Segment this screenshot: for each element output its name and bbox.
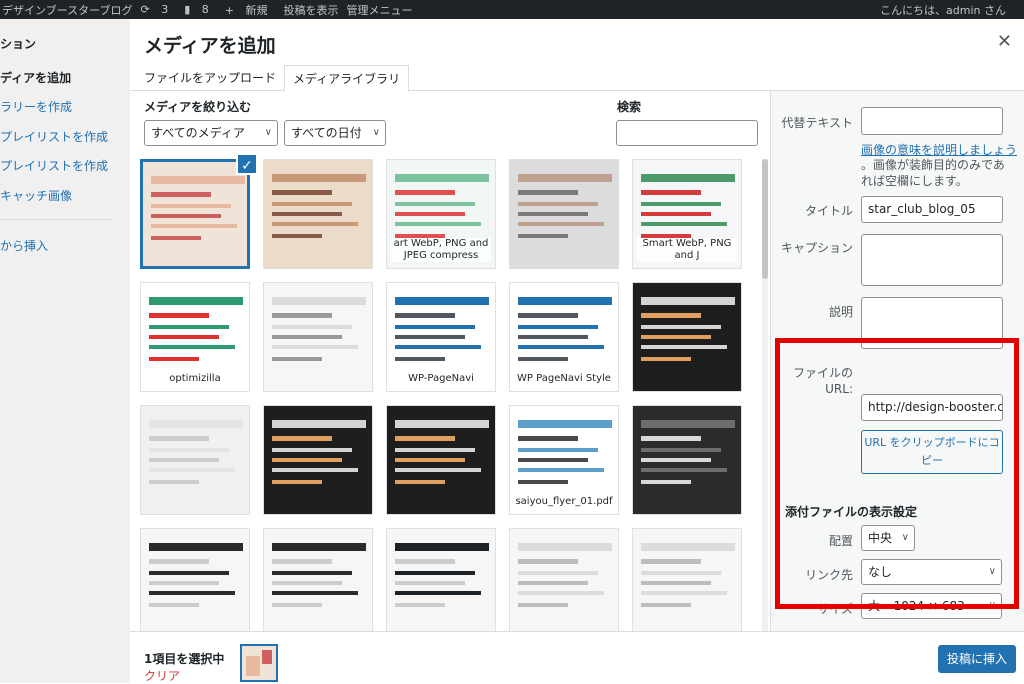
thumbnail-image <box>510 160 618 268</box>
insert-into-post-button[interactable]: 投稿に挿入 <box>938 645 1016 673</box>
attachment-thumbnail[interactable] <box>632 405 742 515</box>
attachment-thumbnail[interactable] <box>386 405 496 515</box>
updates-item[interactable]: ⟳ 3 <box>140 3 176 16</box>
thumbnail-image <box>141 529 249 631</box>
new-label: 新規 <box>245 3 268 17</box>
title-label: タイトル <box>804 204 853 218</box>
attachment-thumbnail[interactable] <box>263 528 373 631</box>
alt-text-field[interactable] <box>861 107 1003 135</box>
thumbnail-image <box>264 406 372 514</box>
search-label: 検索 <box>617 100 642 114</box>
attachment-thumbnail[interactable]: optimizilla <box>140 282 250 392</box>
tab-upload-files[interactable]: ファイルをアップロード <box>136 65 284 92</box>
highlight-box <box>775 338 1019 609</box>
grid-scrollbar-thumb[interactable] <box>762 159 768 279</box>
comments-count: 8 <box>201 3 209 16</box>
attachment-thumbnail[interactable] <box>632 282 742 392</box>
attachment-thumbnail[interactable] <box>140 528 250 631</box>
media-type-select[interactable]: すべてのメディア ∨ <box>144 120 278 146</box>
menu-title: ション <box>0 37 37 51</box>
thumbnail-caption: WP PageNavi Style <box>514 373 614 385</box>
attachment-thumbnail[interactable] <box>386 528 496 631</box>
attachment-thumbnail[interactable] <box>509 528 619 631</box>
attachment-thumbnail[interactable]: art WebP, PNG and JPEG compress <box>386 159 496 269</box>
thumbnail-image <box>633 406 741 514</box>
menu-separator <box>0 219 112 220</box>
menu-item-add-media[interactable]: ディアを追加 <box>0 69 71 86</box>
thumbnail-image <box>387 529 495 631</box>
attachment-thumbnail[interactable]: WP-PageNavi <box>386 282 496 392</box>
selection-thumbnail[interactable] <box>240 644 278 682</box>
attachment-thumbnail[interactable] <box>140 159 250 269</box>
menu-item-featured-image[interactable]: キャッチ画像 <box>0 187 72 204</box>
attachment-thumbnail[interactable]: Smart WebP, PNG and J <box>632 159 742 269</box>
thumbnail-caption: optimizilla <box>145 373 245 385</box>
alt-text-label: 代替テキスト <box>781 116 853 130</box>
thumbnail-image <box>633 529 741 631</box>
thumbnail-image <box>387 406 495 514</box>
search-input[interactable] <box>616 120 758 146</box>
media-type-value: すべてのメディア <box>151 126 245 140</box>
thumbnail-caption: saiyou_flyer_01.pdf <box>514 496 614 508</box>
menu-item-video-playlist[interactable]: プレイリストを作成 <box>0 157 108 174</box>
alt-text-help-link[interactable]: 画像の意味を説明しましょう <box>861 141 1017 158</box>
thumbnail-caption: WP-PageNavi <box>391 373 491 385</box>
thumbnail-image <box>143 162 247 266</box>
date-select[interactable]: すべての日付 ∨ <box>284 120 386 146</box>
thumbnail-image <box>141 406 249 514</box>
modal-title: メディアを追加 <box>144 35 276 57</box>
manage-menu-link[interactable]: 管理メニュー <box>346 2 412 18</box>
thumbnail-caption: art WebP, PNG and JPEG compress <box>391 238 491 262</box>
media-toolbar: 1項目を選択中 クリア 投稿に挿入 <box>130 631 1024 683</box>
attachment-thumbnail[interactable]: WP PageNavi Style <box>509 282 619 392</box>
tab-media-library[interactable]: メディアライブラリ <box>284 65 410 92</box>
checkmark-icon[interactable]: ✓ <box>236 153 258 175</box>
selection-thumbnail-image <box>242 646 276 680</box>
thumbnail-image <box>264 529 372 631</box>
greeting[interactable]: こんにちは、admin さん <box>880 2 1006 18</box>
admin-bar: デザインブースターブログ ⟳ 3 ▮ 8 + 新規 投稿を表示 管理メニュー こ… <box>0 0 1024 19</box>
date-value: すべての日付 <box>291 126 362 140</box>
chevron-down-icon: ∨ <box>372 127 380 138</box>
new-item[interactable]: + 新規 <box>225 2 276 18</box>
attachment-thumbnail[interactable] <box>509 159 619 269</box>
plus-icon: + <box>224 3 234 17</box>
attachment-thumbnail[interactable] <box>263 405 373 515</box>
caption-field[interactable] <box>861 234 1003 286</box>
attachment-thumbnail[interactable]: saiyou_flyer_01.pdf <box>509 405 619 515</box>
view-post-link[interactable]: 投稿を表示 <box>283 2 338 18</box>
thumbnail-image <box>264 160 372 268</box>
updates-count: 3 <box>161 3 169 16</box>
router-tabs: ファイルをアップロード メディアライブラリ <box>130 61 1024 92</box>
title-field[interactable]: star_club_blog_05 <box>861 196 1003 223</box>
close-icon[interactable]: ✕ <box>997 31 1012 52</box>
clear-selection-link[interactable]: クリア <box>144 667 180 684</box>
thumbnail-caption: Smart WebP, PNG and J <box>637 238 737 262</box>
attachment-thumbnail[interactable] <box>263 282 373 392</box>
thumbnail-image <box>510 529 618 631</box>
filter-label: メディアを絞り込む <box>144 100 252 114</box>
menu-item-audio-playlist[interactable]: プレイリストを作成 <box>0 128 108 145</box>
thumbnail-image <box>633 283 741 391</box>
menu-item-create-gallery[interactable]: ラリーを作成 <box>0 98 72 115</box>
chevron-down-icon: ∨ <box>264 127 272 138</box>
thumbnail-image <box>264 283 372 391</box>
attachment-thumbnail[interactable] <box>263 159 373 269</box>
caption-label: キャプション <box>780 241 853 255</box>
description-label: 説明 <box>828 305 853 319</box>
selection-count: 1項目を選択中 <box>144 652 225 666</box>
media-frame-menu-bg <box>0 19 130 683</box>
menu-item-insert-from-url[interactable]: から挿入 <box>0 237 48 254</box>
comments-item[interactable]: ▮ 8 <box>184 3 217 16</box>
attachment-thumbnail[interactable] <box>632 528 742 631</box>
site-title-link[interactable]: デザインブースターブログ <box>2 2 132 18</box>
alt-text-help: 。画像が装飾目的のみであれば空欄にします。 <box>861 158 1005 188</box>
comment-icon: ▮ <box>184 3 191 16</box>
attachments-grid: art WebP, PNG and JPEG compress Smart Web… <box>140 159 760 631</box>
updates-icon: ⟳ <box>140 3 150 16</box>
attachment-thumbnail[interactable] <box>140 405 250 515</box>
